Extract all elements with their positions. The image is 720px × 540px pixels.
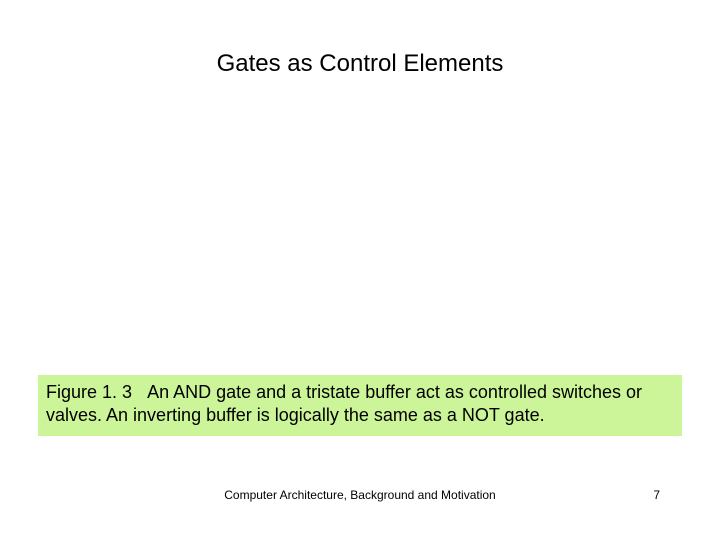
figure-caption-box: Figure 1. 3 An AND gate and a tristate b… <box>38 375 682 436</box>
figure-caption-text: An AND gate and a tristate buffer act as… <box>46 382 642 425</box>
figure-label: Figure 1. 3 <box>46 382 132 402</box>
slide-title: Gates as Control Elements <box>0 50 720 78</box>
footer-text: Computer Architecture, Background and Mo… <box>0 488 720 502</box>
page-number: 7 <box>653 488 660 502</box>
